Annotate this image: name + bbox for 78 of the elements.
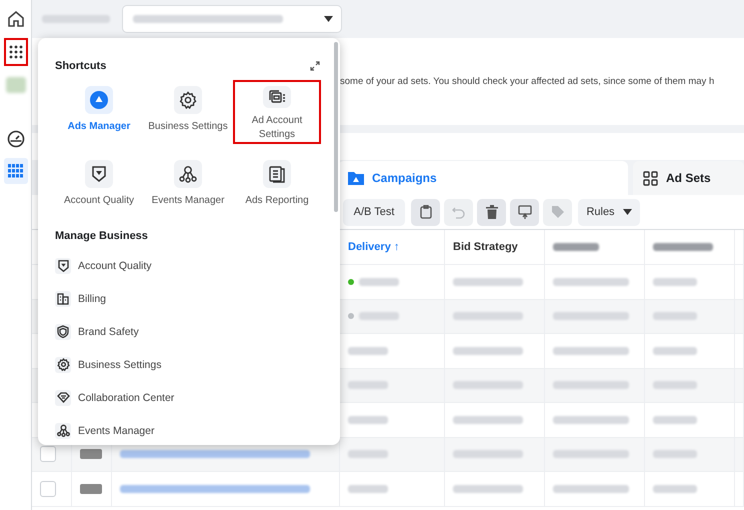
notice-text: some of your ad sets. You should check your affected ad sets, since some of them may h	[340, 76, 714, 87]
scrollbar-thumb[interactable]	[334, 42, 338, 212]
settings-icon	[56, 358, 70, 371]
report-icon	[268, 165, 286, 183]
table-icon	[8, 164, 24, 178]
redacted-text	[348, 450, 388, 458]
shortcut-tile[interactable]: Ads Reporting	[233, 154, 321, 218]
shortcut-tile[interactable]: Ad Account Settings	[233, 80, 321, 144]
billing-icon	[57, 292, 69, 304]
trash-icon	[486, 205, 498, 219]
redacted-text	[42, 15, 110, 23]
redacted-text	[453, 381, 523, 390]
tab[interactable]: Ad Sets	[633, 161, 744, 195]
caret-icon	[622, 209, 632, 215]
row-checkbox[interactable]	[40, 446, 56, 462]
duplicate-icon	[518, 205, 532, 219]
clipboard-icon	[420, 205, 432, 219]
tab[interactable]: Campaigns	[338, 161, 628, 195]
menu-item[interactable]: Events Manager	[55, 414, 326, 445]
redacted-text	[653, 278, 697, 286]
redacted-text	[359, 312, 399, 320]
shortcut-tile[interactable]: Events Manager	[144, 154, 232, 218]
ads-manager-icon	[90, 91, 108, 109]
home-icon	[6, 10, 24, 28]
redacted-text	[359, 278, 399, 286]
shortcut-tile[interactable]: Ads Manager	[55, 80, 143, 144]
rules-dropdown[interactable]: Rules	[578, 198, 640, 226]
redacted-text	[653, 381, 697, 390]
redacted-text	[453, 416, 523, 424]
toolbar-button[interactable]	[411, 198, 440, 226]
network-icon	[56, 424, 70, 437]
thumbnail-placeholder	[80, 449, 102, 460]
undo-icon	[452, 206, 465, 218]
apps-grid-icon	[8, 45, 22, 59]
redacted-text	[348, 381, 388, 390]
redacted-text	[453, 450, 523, 458]
redacted-text	[653, 416, 697, 424]
sidebar-item[interactable]	[4, 38, 28, 66]
menu-item[interactable]: Account Quality	[55, 249, 326, 282]
tag-icon	[550, 205, 564, 219]
redacted-text	[653, 450, 697, 458]
column-header[interactable]: Bid Strategy	[445, 230, 545, 264]
redacted-text	[653, 243, 713, 251]
toolbar-button[interactable]	[510, 198, 539, 226]
redacted-text	[653, 346, 697, 355]
toolbar-button[interactable]	[477, 198, 506, 226]
menu-item[interactable]: Brand Safety	[55, 315, 326, 348]
redacted-text	[348, 416, 388, 424]
thumbnail-placeholder	[80, 484, 102, 494]
menu-item[interactable]: Collaboration Center	[55, 381, 326, 414]
redacted-text	[348, 346, 388, 355]
settings-icon	[179, 91, 197, 109]
folder-icon	[348, 171, 364, 185]
redacted-text	[453, 484, 523, 493]
redacted-text	[653, 484, 697, 493]
stacked-cards-icon	[268, 89, 286, 105]
menu-item[interactable]: Billing	[55, 282, 326, 315]
expand-icon[interactable]	[310, 61, 320, 71]
redacted-text	[653, 312, 697, 320]
ab-test-button[interactable]: A/B Test	[343, 198, 405, 226]
shield-icon	[58, 260, 68, 272]
menu-item[interactable]: Business Settings	[55, 348, 326, 381]
row-checkbox[interactable]	[40, 480, 56, 497]
redacted-text	[453, 312, 523, 320]
redacted-text	[453, 346, 523, 355]
section-title: Manage Business	[55, 230, 149, 242]
section-title: Shortcuts	[55, 60, 106, 72]
shortcut-tile[interactable]: Business Settings	[144, 80, 232, 144]
shield-icon	[57, 325, 69, 338]
caret-icon	[324, 16, 333, 22]
redacted-text	[453, 278, 523, 286]
gauge-icon	[6, 130, 24, 148]
shortcut-tile[interactable]: Account Quality	[55, 154, 143, 218]
redacted-text	[348, 484, 388, 493]
shield-icon	[92, 166, 106, 182]
redacted-text	[553, 243, 599, 251]
grid-icon	[643, 170, 658, 186]
network-icon	[179, 165, 197, 183]
